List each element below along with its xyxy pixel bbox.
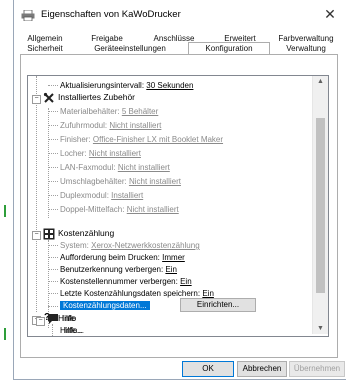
scrollbar-thumb[interactable] bbox=[316, 118, 325, 293]
tree-item-info[interactable]: Info... bbox=[64, 325, 84, 336]
group-installed-accessories[interactable]: Installiertes Zubehör bbox=[58, 92, 135, 103]
tree-line bbox=[48, 125, 58, 126]
apply-button[interactable]: Übernehmen bbox=[289, 361, 345, 377]
scroll-up-icon[interactable]: ▲ bbox=[313, 78, 328, 85]
cost-counter-icon bbox=[43, 228, 55, 240]
tree-item-accessory[interactable]: Umschlagbehälter: Nicht installiert bbox=[60, 176, 181, 187]
tree-line bbox=[48, 240, 49, 312]
item-value[interactable]: Ein bbox=[180, 277, 192, 286]
tree-line bbox=[48, 195, 58, 196]
tree-line bbox=[48, 281, 58, 282]
tree-continued bbox=[27, 337, 327, 355]
collapse-icon[interactable]: − bbox=[36, 317, 45, 326]
tree-line bbox=[48, 167, 58, 168]
setup-button[interactable]: Einrichten... bbox=[180, 298, 256, 312]
item-value[interactable]: Office-Finisher LX mit Booklet Maker bbox=[93, 135, 223, 144]
item-value[interactable]: Nicht installiert bbox=[109, 121, 161, 130]
tree-line bbox=[48, 181, 58, 182]
tree-line bbox=[48, 245, 58, 246]
title-bar[interactable]: Eigenschaften von KaWoDrucker ✕ bbox=[14, 0, 346, 30]
tree-item-cost-setting[interactable]: System: Xerox-Netzwerkkostenzählung bbox=[60, 240, 200, 251]
info-icon bbox=[48, 314, 58, 324]
tree-item-cost-setting[interactable]: Benutzerkennung verbergen: Ein bbox=[60, 264, 177, 275]
tree-item-update-interval[interactable]: Aktualisierungsintervall: 30 Sekunden bbox=[60, 80, 193, 91]
tree-line bbox=[48, 111, 58, 112]
background-edge-mark bbox=[4, 328, 6, 340]
tree-item-cost-setting[interactable]: Kostenstellennummer verbergen: Ein bbox=[60, 276, 192, 287]
scroll-down-icon[interactable]: ▼ bbox=[313, 325, 328, 332]
item-label: Letzte Kostenzählungsdaten speichern: bbox=[60, 289, 201, 298]
properties-dialog: Eigenschaften von KaWoDrucker ✕ Allgemei… bbox=[13, 0, 346, 380]
tree-item-accessory[interactable]: Duplexmodul: Installiert bbox=[60, 190, 143, 201]
tree-line bbox=[48, 269, 58, 270]
tree-item-cost-data[interactable]: Kostenzählungsdaten... bbox=[60, 300, 150, 311]
item-label: Benutzerkennung verbergen: bbox=[60, 265, 164, 274]
group-info[interactable]: Info bbox=[62, 313, 76, 324]
item-value[interactable]: 30 Sekunden bbox=[146, 81, 193, 90]
tree-line bbox=[48, 153, 58, 154]
item-label: Aktualisierungsintervall: bbox=[60, 81, 145, 90]
item-value[interactable]: Nicht installiert bbox=[89, 149, 141, 158]
tree-item-accessory[interactable]: Doppel-Mittelfach: Nicht installiert bbox=[60, 204, 179, 215]
item-value[interactable]: 5 Behälter bbox=[122, 107, 158, 116]
tree-item-cost-setting[interactable]: Aufforderung beim Drucken: Immer bbox=[60, 252, 185, 263]
close-icon[interactable]: ✕ bbox=[322, 6, 338, 22]
tree-line bbox=[48, 209, 58, 210]
item-value[interactable]: Installiert bbox=[111, 191, 143, 200]
item-label: Locher: bbox=[60, 149, 87, 158]
tree-item-accessory[interactable]: LAN-Faxmodul: Nicht installiert bbox=[60, 162, 170, 173]
settings-tree[interactable]: Aktualisierungsintervall: 30 Sekunden − … bbox=[27, 75, 329, 337]
tree-item-accessory[interactable]: Materialbehälter: 5 Behälter bbox=[60, 106, 158, 117]
item-label: Finisher: bbox=[60, 135, 91, 144]
tree-line bbox=[48, 293, 58, 294]
tree-line bbox=[48, 257, 58, 258]
item-value[interactable]: Immer bbox=[162, 253, 185, 262]
item-value[interactable]: Nicht installiert bbox=[129, 177, 181, 186]
tree-item-accessory[interactable]: Zufuhrmodul: Nicht installiert bbox=[60, 120, 161, 131]
collapse-icon[interactable]: − bbox=[32, 95, 41, 104]
item-label: Materialbehälter: bbox=[60, 107, 120, 116]
item-label: LAN-Faxmodul: bbox=[60, 163, 116, 172]
tree-line bbox=[48, 306, 58, 307]
selected-item-label[interactable]: Kostenzählungsdaten... bbox=[60, 301, 150, 310]
item-label: Aufforderung beim Drucken: bbox=[60, 253, 160, 262]
item-value[interactable]: Nicht installiert bbox=[118, 163, 170, 172]
cancel-button[interactable]: Abbrechen bbox=[237, 361, 287, 377]
item-label: Doppel-Mittelfach: bbox=[60, 205, 125, 214]
item-value[interactable]: Ein bbox=[165, 265, 177, 274]
item-value[interactable]: Nicht installiert bbox=[127, 205, 179, 214]
tree-line bbox=[36, 76, 37, 312]
window-title: Eigenschaften von KaWoDrucker bbox=[41, 9, 181, 20]
item-label: Zufuhrmodul: bbox=[60, 121, 108, 130]
vertical-scrollbar[interactable]: ▲ ▼ bbox=[312, 76, 328, 334]
item-label: Duplexmodul: bbox=[60, 191, 109, 200]
tree-line bbox=[48, 139, 58, 140]
collapse-icon[interactable]: − bbox=[32, 231, 41, 240]
tree-item-accessory[interactable]: Locher: Nicht installiert bbox=[60, 148, 141, 159]
group-cost-counting[interactable]: Kostenzählung bbox=[58, 228, 114, 239]
item-value[interactable]: Xerox-Netzwerkkostenzählung bbox=[91, 241, 200, 250]
tree-line bbox=[52, 324, 53, 336]
tree-line bbox=[48, 85, 58, 86]
item-label: Kostenstellennummer verbergen: bbox=[60, 277, 178, 286]
printer-icon bbox=[21, 10, 35, 21]
background-window-edge bbox=[0, 0, 13, 380]
ok-button[interactable]: OK bbox=[182, 361, 234, 377]
tree-item-accessory[interactable]: Finisher: Office-Finisher LX mit Booklet… bbox=[60, 134, 223, 145]
item-label: System: bbox=[60, 241, 89, 250]
background-edge-mark bbox=[4, 205, 6, 217]
tools-icon bbox=[43, 92, 54, 103]
item-label: Umschlagbehälter: bbox=[60, 177, 127, 186]
item-value[interactable]: Ein bbox=[202, 289, 214, 298]
